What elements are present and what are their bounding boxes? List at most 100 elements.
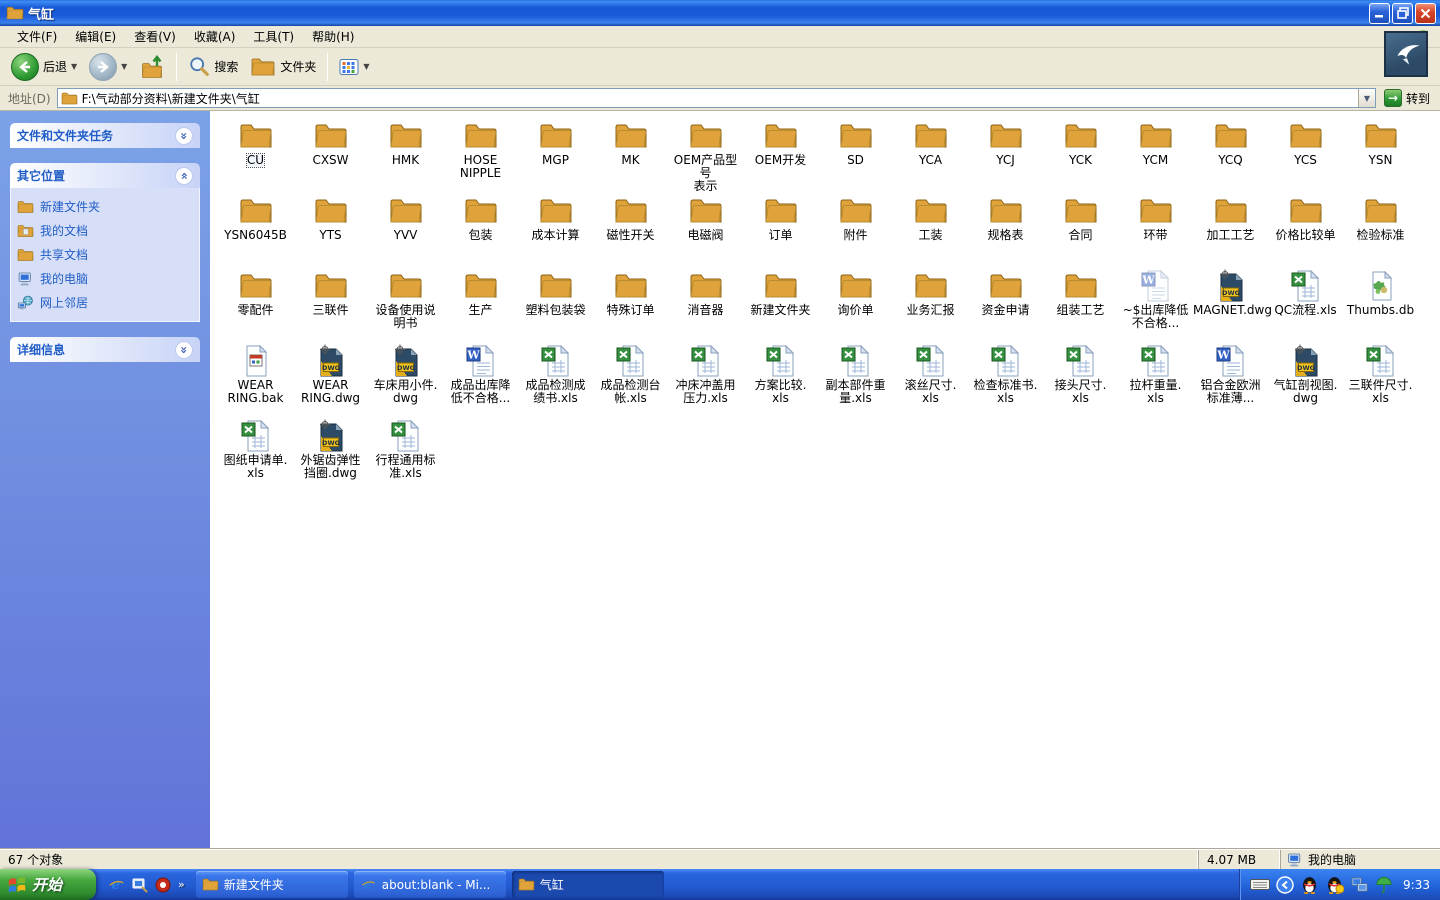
file-item[interactable]: YCK xyxy=(1043,119,1118,194)
file-item[interactable]: 特殊订单 xyxy=(593,269,668,344)
panel-header-other-places[interactable]: 其它位置 » xyxy=(10,163,200,188)
file-item[interactable]: 副本部件重 量.xls xyxy=(818,344,893,419)
file-item[interactable]: 铝合金欧洲 标准薄... xyxy=(1193,344,1268,419)
file-item[interactable]: MGP xyxy=(518,119,593,194)
file-item[interactable]: YCJ xyxy=(968,119,1043,194)
file-item[interactable]: 合同 xyxy=(1043,194,1118,269)
file-item[interactable]: 冲床冲盖用 压力.xls xyxy=(668,344,743,419)
file-item[interactable]: 资金申请 xyxy=(968,269,1043,344)
file-item[interactable]: OEM开发 xyxy=(743,119,818,194)
minimize-button[interactable] xyxy=(1369,2,1390,24)
menu-item-4[interactable]: 工具(T) xyxy=(244,26,303,47)
forward-button[interactable]: ▼ xyxy=(84,51,132,83)
panel-header-details[interactable]: 详细信息 » xyxy=(10,337,200,362)
place-link[interactable]: 共享文档 xyxy=(17,246,193,263)
file-item[interactable]: MAGNET.dwg xyxy=(1193,269,1272,344)
place-link[interactable]: 新建文件夹 xyxy=(17,198,193,215)
media-player-icon[interactable] xyxy=(155,877,171,893)
file-item[interactable]: 环带 xyxy=(1118,194,1193,269)
file-item[interactable]: 消音器 xyxy=(668,269,743,344)
go-button[interactable]: → 转到 xyxy=(1382,89,1436,107)
file-item[interactable]: Thumbs.db xyxy=(1343,269,1418,344)
file-item[interactable]: 方案比较. xls xyxy=(743,344,818,419)
file-item[interactable]: WEAR RING.dwg xyxy=(293,344,368,419)
place-link[interactable]: 网上邻居 xyxy=(17,294,193,311)
file-item[interactable]: 接头尺寸. xls xyxy=(1043,344,1118,419)
file-item[interactable]: YCA xyxy=(893,119,968,194)
file-item[interactable]: 成品检测成 绩书.xls xyxy=(518,344,593,419)
views-button[interactable]: ▼ xyxy=(334,51,374,83)
menu-item-5[interactable]: 帮助(H) xyxy=(303,26,363,47)
file-item[interactable]: 包装 xyxy=(443,194,518,269)
file-item[interactable]: 磁性开关 xyxy=(593,194,668,269)
file-item[interactable]: 规格表 xyxy=(968,194,1043,269)
file-item[interactable]: YCM xyxy=(1118,119,1193,194)
chevron-up-icon[interactable]: » xyxy=(175,166,193,185)
file-item[interactable]: YSN6045B xyxy=(218,194,293,269)
file-item[interactable]: 新建文件夹 xyxy=(743,269,818,344)
file-item[interactable]: YSN xyxy=(1343,119,1418,194)
file-item[interactable]: 检查标准书. xls xyxy=(968,344,1043,419)
file-item[interactable]: 外锯齿弹性 挡圈.dwg xyxy=(293,419,368,494)
file-item[interactable]: YVV xyxy=(368,194,443,269)
file-item[interactable]: YCQ xyxy=(1193,119,1268,194)
file-item[interactable]: OEM产品型号 表示 xyxy=(668,119,743,194)
ie-quicklaunch-icon[interactable] xyxy=(108,876,125,893)
file-item[interactable]: 设备使用说 明书 xyxy=(368,269,443,344)
file-item[interactable]: CXSW xyxy=(293,119,368,194)
file-item[interactable]: 成品出库降 低不合格... xyxy=(443,344,518,419)
antivirus-umbrella-tray-icon[interactable] xyxy=(1375,876,1393,894)
file-item[interactable]: 订单 xyxy=(743,194,818,269)
network-tray-icon[interactable] xyxy=(1350,875,1369,894)
file-item[interactable]: HMK xyxy=(368,119,443,194)
file-item[interactable]: WEAR RING.bak xyxy=(218,344,293,419)
taskbar-window-button[interactable]: 气缸 xyxy=(511,871,664,898)
quick-launch-expand-icon[interactable]: » xyxy=(178,878,185,891)
file-item[interactable]: 组装工艺 xyxy=(1043,269,1118,344)
chevron-down-icon[interactable]: » xyxy=(175,126,193,145)
restore-button[interactable] xyxy=(1392,2,1413,24)
file-item[interactable]: 三联件尺寸. xls xyxy=(1343,344,1418,419)
file-item[interactable]: 成品检测台 帐.xls xyxy=(593,344,668,419)
start-button[interactable]: 开始 xyxy=(0,869,96,900)
back-button[interactable]: 后退 ▼ xyxy=(6,51,82,83)
file-item[interactable]: 三联件 xyxy=(293,269,368,344)
file-item[interactable]: 电磁阀 xyxy=(668,194,743,269)
menu-item-3[interactable]: 收藏(A) xyxy=(185,26,245,47)
file-item[interactable]: 业务汇报 xyxy=(893,269,968,344)
file-item[interactable]: ~$出库降低 不合格... xyxy=(1118,269,1193,344)
file-item[interactable]: 滚丝尺寸. xls xyxy=(893,344,968,419)
close-button[interactable] xyxy=(1415,2,1436,24)
file-item[interactable]: 拉杆重量. xls xyxy=(1118,344,1193,419)
address-input[interactable]: F:\气动部分资料\新建文件夹\气缸 ▼ xyxy=(56,88,1376,108)
file-item[interactable]: 图纸申请单. xls xyxy=(218,419,293,494)
search-button[interactable]: 搜索 xyxy=(183,51,243,83)
file-item[interactable]: 气缸剖视图. dwg xyxy=(1268,344,1343,419)
qq-tray-icon[interactable] xyxy=(1300,875,1319,894)
file-item[interactable]: 生产 xyxy=(443,269,518,344)
menu-item-1[interactable]: 编辑(E) xyxy=(66,26,125,47)
file-item[interactable]: 价格比较单 xyxy=(1268,194,1343,269)
file-item[interactable]: 成本计算 xyxy=(518,194,593,269)
taskbar-window-button[interactable]: 新建文件夹 xyxy=(195,871,348,898)
file-item[interactable]: YTS xyxy=(293,194,368,269)
file-item[interactable]: CU xyxy=(218,119,293,194)
taskbar-window-button[interactable]: about:blank - Mi... xyxy=(353,871,506,898)
file-item[interactable]: 加工工艺 xyxy=(1193,194,1268,269)
panel-header-file-tasks[interactable]: 文件和文件夹任务 » xyxy=(10,123,200,148)
file-item[interactable]: 询价单 xyxy=(818,269,893,344)
file-item[interactable]: 工装 xyxy=(893,194,968,269)
address-dropdown-button[interactable]: ▼ xyxy=(1357,89,1375,107)
chevron-down-icon[interactable]: » xyxy=(175,340,193,359)
menu-item-2[interactable]: 查看(V) xyxy=(125,26,185,47)
qq-message-tray-icon[interactable] xyxy=(1325,875,1345,894)
hide-tray-icons-icon[interactable] xyxy=(1276,876,1294,894)
file-item[interactable]: MK xyxy=(593,119,668,194)
up-button[interactable] xyxy=(134,51,170,83)
file-item[interactable]: 车床用小件. dwg xyxy=(368,344,443,419)
show-desktop-icon[interactable] xyxy=(132,877,148,893)
file-item[interactable]: YCS xyxy=(1268,119,1343,194)
menu-item-0[interactable]: 文件(F) xyxy=(8,26,66,47)
file-item[interactable]: 附件 xyxy=(818,194,893,269)
back-dropdown-icon[interactable]: ▼ xyxy=(71,62,77,71)
